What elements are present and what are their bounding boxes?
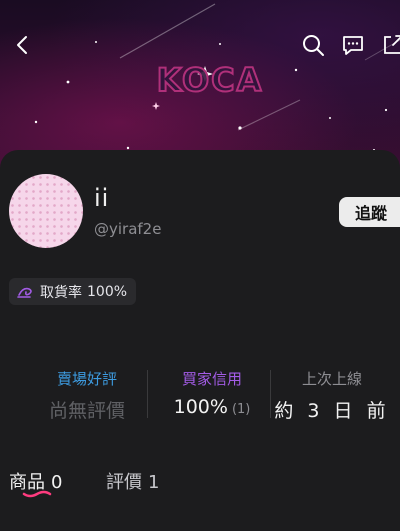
koca-logo: KOCA <box>156 60 264 100</box>
stats-divider <box>147 370 148 418</box>
buyer-credit-count: (1) <box>231 402 251 417</box>
seller-rating-stat[interactable]: 賣場好評 尚無評價 <box>20 368 154 423</box>
pickup-rate-label: 取貨率 <box>40 284 82 301</box>
profile-tabs: 商品 0 評價 1 <box>0 468 400 508</box>
tab-reviews-count: 1 <box>148 472 160 493</box>
last-online-title: 上次上線 <box>301 370 362 388</box>
buyer-credit-value: 100% <box>173 396 228 418</box>
profile-banner: KOCA <box>0 0 400 175</box>
share-icon[interactable] <box>376 28 400 62</box>
chevron-left-icon[interactable] <box>6 28 40 62</box>
active-tab-indicator <box>22 490 52 498</box>
pickup-rate-icon <box>17 285 35 299</box>
last-online-stat: 上次上線 約 3 日 前 <box>265 368 399 423</box>
buyer-credit-title: 買家信用 <box>181 370 242 388</box>
tab-reviews[interactable]: 評價 1 <box>106 468 159 494</box>
follow-button[interactable]: 追蹤 <box>339 197 400 227</box>
stats-divider <box>270 370 271 418</box>
profile-name: ii <box>94 184 110 212</box>
pickup-rate-value: 100% <box>87 283 128 300</box>
profile-card: ii @yiraf2e 追蹤 取貨率 100% 賣場好評 尚無評價 買家信用 1… <box>0 150 400 531</box>
buyer-credit-stat[interactable]: 買家信用 100% (1) <box>145 368 279 418</box>
profile-handle: @yiraf2e <box>94 220 162 238</box>
stats-row: 賣場好評 尚無評價 買家信用 100% (1) 上次上線 約 3 日 前 <box>0 368 400 424</box>
tab-reviews-label: 評價 <box>106 472 142 493</box>
search-icon[interactable] <box>296 28 330 62</box>
seller-rating-title: 賣場好評 <box>56 370 117 388</box>
last-online-value: 約 3 日 前 <box>274 400 390 422</box>
seller-rating-value: 尚無評價 <box>48 400 125 422</box>
chat-bubble-icon[interactable] <box>336 28 370 62</box>
tab-products-count: 0 <box>51 472 63 493</box>
avatar[interactable] <box>9 174 83 248</box>
pickup-rate-badge: 取貨率 100% <box>9 278 137 305</box>
